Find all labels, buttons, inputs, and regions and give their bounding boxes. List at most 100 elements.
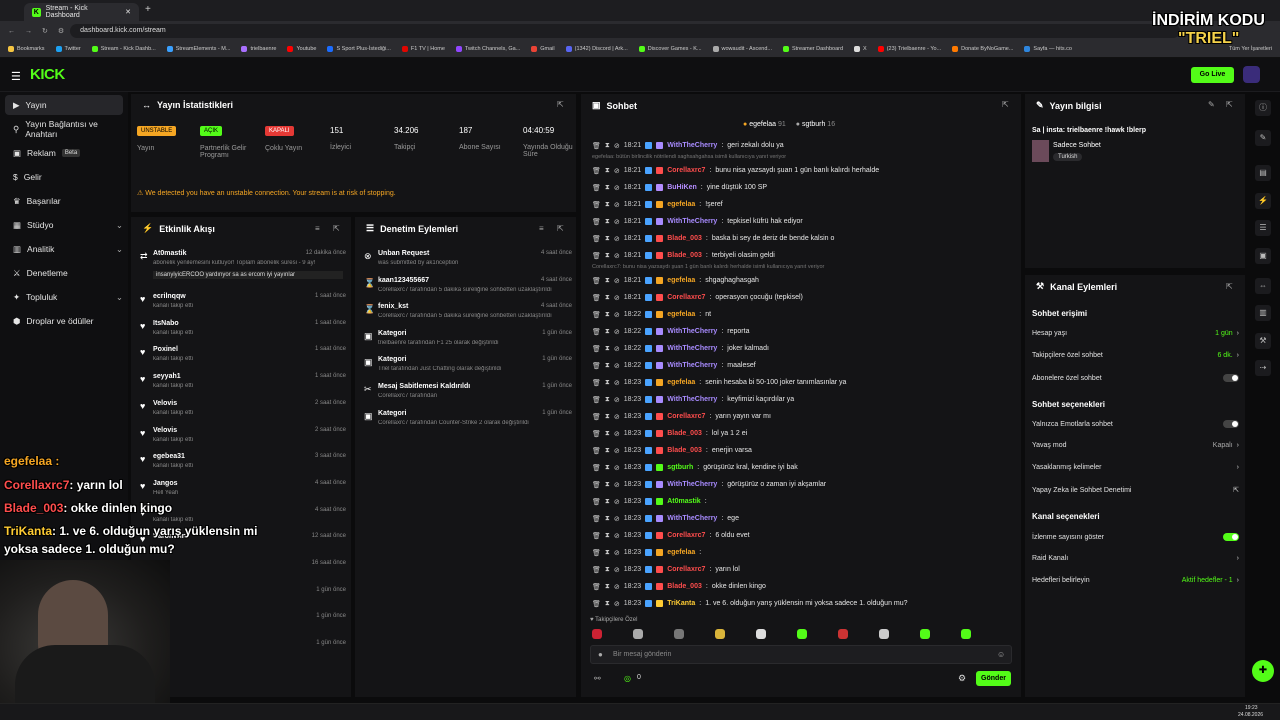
bookmark-item[interactable]: Gmail [531,46,555,52]
timeout-icon[interactable]: ⧗ [605,252,610,260]
timeout-icon[interactable]: ⧗ [605,498,610,506]
chevron-down-icon[interactable]: ⌄ [116,244,123,255]
chat-username[interactable]: BuHiKen [667,184,697,191]
ban-icon[interactable]: ⊘ [614,184,620,192]
timeout-icon[interactable]: ⧗ [605,600,610,608]
sidebar-item-reklam[interactable]: ▣ Reklam Beta [5,143,123,163]
ban-icon[interactable]: ⊘ [614,362,620,370]
emote-icon[interactable] [961,629,971,639]
ban-icon[interactable]: ⊘ [614,396,620,404]
event-username[interactable]: At0mastik [153,250,186,257]
setting-control[interactable] [1223,533,1239,541]
emote-icon[interactable] [920,629,930,639]
moderation-title[interactable]: fenix_kst [378,303,408,310]
delete-icon[interactable]: 🗑 [592,600,601,608]
timeout-icon[interactable]: ⧗ [605,167,610,175]
delete-icon[interactable]: 🗑 [592,566,601,574]
sidebar-item-gelir[interactable]: $ Gelir [5,167,123,187]
timeout-icon[interactable]: ⧗ [605,379,610,387]
rail-button[interactable]: ⇔ [1255,278,1271,294]
emote-icon[interactable] [592,629,602,639]
back-icon[interactable]: ← [8,28,15,35]
chat-username[interactable]: WithTheCherry [667,328,717,335]
ban-icon[interactable]: ⊘ [614,201,620,209]
avatar[interactable] [1243,66,1260,83]
bookmark-item[interactable]: F1 TV | Home [401,46,445,52]
setting-row[interactable]: Yasaklanmış kelimeler › [1032,464,1239,471]
setting-control[interactable]: 1 gün › [1215,330,1239,337]
timeout-icon[interactable]: ⧗ [605,566,610,574]
category-name[interactable]: Sadece Sohbet [1053,142,1101,149]
close-icon[interactable]: ✕ [125,8,131,16]
moderation-title[interactable]: Unban Request [378,250,429,257]
timeout-icon[interactable]: ⧗ [605,549,610,557]
delete-icon[interactable]: 🗑 [592,379,601,387]
emote-icon[interactable] [838,629,848,639]
event-username[interactable]: ecrilnqqw [153,293,186,300]
menu-icon[interactable]: ☰ [11,70,21,83]
delete-icon[interactable]: 🗑 [592,464,601,472]
timeout-icon[interactable]: ⧗ [605,515,610,523]
ban-icon[interactable]: ⊘ [614,311,620,319]
bookmark-item[interactable]: trielbaenre [241,46,276,52]
popout-icon[interactable]: ⇱ [333,224,340,233]
ban-icon[interactable]: ⊘ [614,583,620,591]
settings-gear-icon[interactable]: ⚙ [958,673,966,684]
chat-username[interactable]: egefelaa [667,277,695,284]
setting-row[interactable]: Yavaş mod Kapalı › [1032,442,1239,449]
delete-icon[interactable]: 🗑 [592,277,601,285]
timeout-icon[interactable]: ⧗ [605,345,610,353]
chat-username[interactable]: At0mastik [667,498,700,505]
emote-icon[interactable] [674,629,684,639]
emote-icon[interactable] [633,629,643,639]
emoji-icon[interactable]: ● [598,650,603,659]
moderation-title[interactable]: Kategori [378,410,406,417]
delete-icon[interactable]: 🗑 [592,201,601,209]
top-chatter[interactable]: ● sgtburh 16 [796,121,835,128]
ban-icon[interactable]: ⊘ [614,252,620,260]
ban-icon[interactable]: ⊘ [614,447,620,455]
delete-icon[interactable]: 🗑 [592,311,601,319]
timeout-icon[interactable]: ⧗ [605,362,610,370]
timeout-icon[interactable]: ⧗ [605,481,610,489]
toggle-switch[interactable] [1223,533,1239,541]
delete-icon[interactable]: 🗑 [592,430,601,438]
chat-username[interactable]: Blade_003 [667,447,702,454]
chat-username[interactable]: Blade_003 [667,235,702,242]
chat-username[interactable]: WithTheCherry [667,396,717,403]
chat-username[interactable]: Corellaxrc7 [667,167,705,174]
delete-icon[interactable]: 🗑 [592,328,601,336]
setting-control[interactable]: Kapalı › [1213,442,1239,449]
bookmark-item[interactable]: Twitter [55,46,81,52]
emote-icon[interactable] [756,629,766,639]
ban-icon[interactable]: ⊘ [614,464,620,472]
setting-control[interactable] [1223,420,1239,428]
chat-username[interactable]: WithTheCherry [667,345,717,352]
setting-row[interactable]: Raid Kanalı › [1032,555,1239,562]
chat-username[interactable]: Corellaxrc7 [667,532,705,539]
event-username[interactable]: Velovis [153,427,177,434]
bookmark-item[interactable]: (23) Trielbaenre - Yo... [877,46,941,52]
rail-button[interactable]: ⚒ [1255,333,1271,349]
chat-username[interactable]: Corellaxrc7 [667,566,705,573]
timeout-icon[interactable]: ⧗ [605,583,610,591]
delete-icon[interactable]: 🗑 [592,413,601,421]
popout-icon[interactable]: ⇱ [1002,100,1009,109]
timeout-icon[interactable]: ⧗ [605,142,610,150]
sidebar-item-st-dyo[interactable]: ▦ Stüdyo ⌄ [5,215,123,235]
setting-control[interactable]: › [1233,464,1239,471]
chat-username[interactable]: egefelaa [667,311,695,318]
timeout-icon[interactable]: ⧗ [605,464,610,472]
sidebar-item-topluluk[interactable]: ✦ Topluluk ⌄ [5,287,123,307]
ban-icon[interactable]: ⊘ [614,294,620,302]
toggle-switch[interactable] [1223,420,1239,428]
delete-icon[interactable]: 🗑 [592,362,601,370]
chat-username[interactable]: Blade_003 [667,252,702,259]
moderation-title[interactable]: Mesaj Sabitlemesi Kaldırıldı [378,383,470,390]
chat-input[interactable]: ● Bir mesaj gönderin ☺ [590,645,1012,664]
delete-icon[interactable]: 🗑 [592,235,601,243]
event-username[interactable]: ItsNabo [153,320,179,327]
timeout-icon[interactable]: ⧗ [605,235,610,243]
ban-icon[interactable]: ⊘ [614,549,620,557]
link-icon[interactable]: ⚯ [594,674,601,683]
